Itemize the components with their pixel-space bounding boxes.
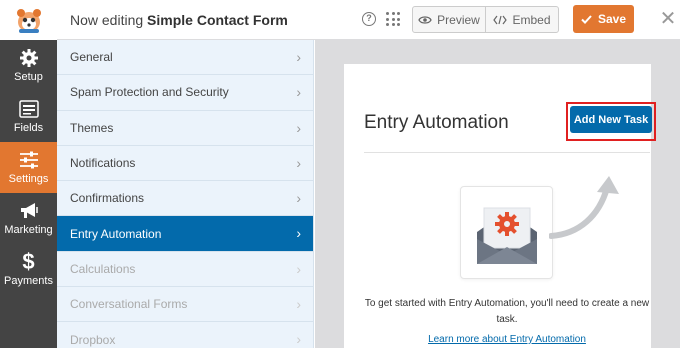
builder-sidebar: Setup Fields Settings Marketing $ Paymen…	[0, 40, 57, 348]
sliders-icon	[18, 150, 40, 170]
bear-mascot-icon	[16, 9, 41, 33]
settings-panel: General › Spam Protection and Security ›…	[57, 40, 314, 348]
learn-more-link[interactable]: Learn more about Entry Automation	[364, 334, 650, 345]
settings-item-label: Notifications	[70, 156, 136, 171]
settings-item-themes[interactable]: Themes ›	[57, 111, 313, 146]
settings-item-spam-protection[interactable]: Spam Protection and Security ›	[57, 75, 313, 111]
chevron-right-icon: ›	[296, 154, 301, 171]
editing-title: Now editing Simple Contact Form	[70, 0, 288, 40]
settings-item-general[interactable]: General ›	[57, 40, 313, 76]
settings-item-conversational-forms[interactable]: Conversational Forms ›	[57, 287, 313, 323]
chevron-right-icon: ›	[296, 84, 301, 101]
embed-button[interactable]: Embed	[485, 7, 558, 32]
sidebar-item-label: Marketing	[4, 224, 53, 236]
sidebar-item-label: Fields	[13, 122, 44, 134]
chevron-right-icon: ›	[296, 296, 301, 313]
eye-icon	[418, 15, 432, 24]
preview-embed-group: Preview Embed	[412, 6, 559, 33]
settings-item-label: Dropbox	[70, 332, 116, 347]
settings-item-confirmations[interactable]: Confirmations ›	[57, 181, 313, 217]
settings-item-label: Themes	[70, 120, 114, 135]
preview-button[interactable]: Preview	[413, 7, 485, 32]
apps-grid-icon[interactable]	[386, 12, 400, 26]
sidebar-item-marketing[interactable]: Marketing	[0, 193, 57, 244]
check-icon	[581, 14, 592, 24]
envelope-icon	[477, 207, 537, 264]
settings-item-label: Conversational Forms	[70, 297, 188, 312]
dollar-icon: $	[22, 249, 35, 274]
settings-item-label: Spam Protection and Security	[70, 85, 229, 100]
help-circle-icon[interactable]: ?	[362, 12, 376, 26]
chevron-right-icon: ›	[296, 260, 301, 277]
fields-list-icon	[18, 99, 40, 119]
sidebar-item-label: Settings	[8, 173, 49, 185]
settings-item-dropbox[interactable]: Dropbox ›	[57, 322, 313, 348]
entry-automation-card: Entry Automation Add New Task To get sta…	[344, 64, 656, 348]
page-title: Entry Automation	[364, 112, 509, 133]
embed-label: Embed	[512, 12, 551, 27]
preview-label: Preview	[437, 12, 480, 27]
chevron-right-icon: ›	[296, 225, 301, 242]
sidebar-item-setup[interactable]: Setup	[0, 40, 57, 91]
save-label: Save	[597, 12, 627, 26]
settings-item-label: Calculations	[70, 261, 136, 276]
envelope-gear-illustration	[460, 186, 553, 279]
divider	[364, 152, 650, 153]
save-button[interactable]: Save	[573, 5, 634, 33]
chevron-right-icon: ›	[296, 331, 301, 348]
top-bar: Now editing Simple Contact Form ? Previe…	[0, 0, 680, 40]
megaphone-icon	[18, 201, 40, 221]
settings-item-entry-automation[interactable]: Entry Automation ›	[57, 216, 313, 252]
settings-item-calculations[interactable]: Calculations ›	[57, 252, 313, 288]
chevron-right-icon: ›	[296, 190, 301, 207]
settings-item-label: General	[70, 50, 113, 65]
settings-item-label: Confirmations	[70, 191, 145, 206]
settings-item-notifications[interactable]: Notifications ›	[57, 146, 313, 182]
main-content: Entry Automation Add New Task To get sta…	[315, 40, 680, 348]
chevron-right-icon: ›	[296, 49, 301, 65]
form-name: Simple Contact Form	[147, 12, 288, 28]
sidebar-item-label: Payments	[4, 275, 53, 287]
settings-item-label: Entry Automation	[70, 226, 162, 241]
sidebar-item-settings[interactable]: Settings	[0, 142, 57, 193]
curved-arrow-icon	[549, 176, 619, 239]
sidebar-item-label: Setup	[14, 71, 43, 83]
sidebar-item-payments[interactable]: $ Payments	[0, 244, 57, 295]
sidebar-item-fields[interactable]: Fields	[0, 91, 57, 142]
editing-prefix: Now editing	[70, 12, 144, 28]
add-new-task-button[interactable]: Add New Task	[570, 106, 652, 133]
gear-icon	[18, 48, 40, 68]
wpforms-logo	[0, 0, 57, 40]
close-icon[interactable]: ✕	[658, 8, 678, 30]
empty-state-description: To get started with Entry Automation, yo…	[364, 298, 650, 325]
code-icon	[493, 15, 508, 24]
chevron-right-icon: ›	[296, 119, 301, 136]
